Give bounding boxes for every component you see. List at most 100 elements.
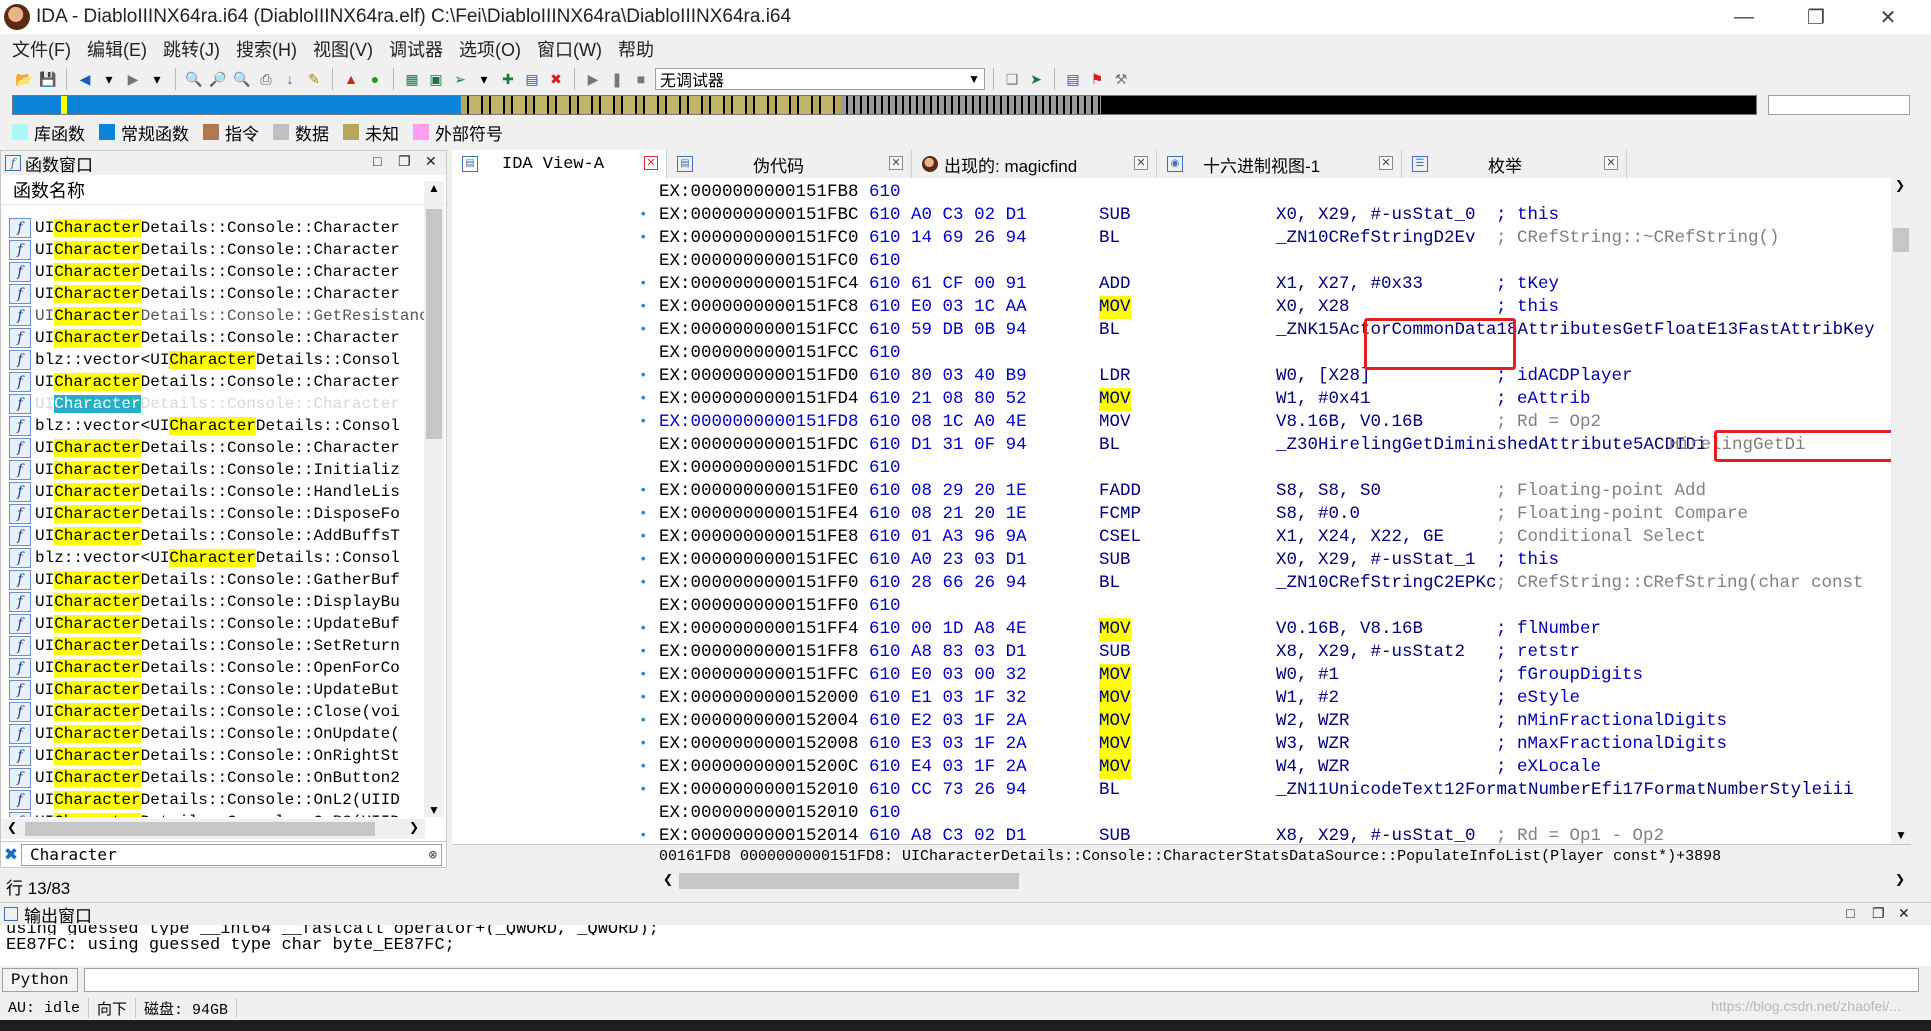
- function-list-hscroll[interactable]: ❮ ❯: [1, 819, 425, 839]
- function-row[interactable]: f UI Character Details::Console::UpdateBuf: [9, 613, 425, 635]
- disasm-line[interactable]: • EX:0000000000151FE4 610 08 21 20 1E FCMP…: [639, 503, 1899, 526]
- panel-float-icon[interactable]: ❐: [1872, 905, 1885, 922]
- disasm-mnemonic[interactable]: SUB: [1099, 549, 1131, 572]
- function-row[interactable]: f UI Character Details::Console::Character: [9, 283, 425, 305]
- function-row[interactable]: f blz::vector<UI Character Details::Consol: [9, 415, 425, 437]
- segments-icon[interactable]: ▤: [1063, 69, 1083, 89]
- function-row[interactable]: f blz::vector<UI Character Details::Consol: [9, 547, 425, 569]
- panel-close-icon[interactable]: ✕: [425, 153, 437, 170]
- panel-float-icon[interactable]: ❐: [398, 153, 411, 170]
- tab-occurrences[interactable]: 出现的: magicfind ✕: [912, 150, 1157, 178]
- disasm-operands[interactable]: _ZN10CRefStringD2Ev: [1276, 227, 1476, 250]
- xref-icon[interactable]: ➢: [450, 69, 470, 89]
- search-binary-icon[interactable]: 🔍: [184, 69, 204, 89]
- clear-filter-icon[interactable]: ⊗: [429, 847, 441, 863]
- scroll-right-icon[interactable]: ❯: [1895, 872, 1905, 886]
- disasm-line[interactable]: • EX:0000000000151FE8 610 01 A3 96 9A CSEL…: [639, 526, 1899, 549]
- function-filter-input[interactable]: Character ⊗: [21, 843, 442, 866]
- function-row[interactable]: f UI Character Details::Console::AddBuffsT: [9, 525, 425, 547]
- panel-minimize-icon[interactable]: □: [373, 153, 381, 169]
- disasm-operands[interactable]: W3, WZR: [1276, 733, 1350, 756]
- tools-icon[interactable]: ⚒: [1111, 69, 1131, 89]
- disasm-mnemonic[interactable]: MOV: [1099, 388, 1131, 411]
- menu-search[interactable]: 搜索(H): [228, 36, 305, 62]
- disasm-mnemonic[interactable]: ADD: [1099, 273, 1131, 296]
- function-row[interactable]: f UI Character Details::Console::Character: [9, 393, 425, 415]
- function-name-column-header[interactable]: 函数名称: [1, 175, 446, 205]
- menu-options[interactable]: 选项(O): [451, 36, 529, 62]
- disasm-mnemonic[interactable]: FADD: [1099, 480, 1141, 503]
- stop-icon[interactable]: ■: [631, 69, 651, 89]
- scroll-right-icon[interactable]: ❯: [409, 820, 419, 834]
- disasm-operands[interactable]: V0.16B, V8.16B: [1276, 618, 1423, 641]
- tab-close-icon[interactable]: ✕: [644, 156, 658, 170]
- scroll-up-icon[interactable]: ▲: [428, 181, 440, 195]
- disasm-line[interactable]: • EX:0000000000152008 610 E3 03 1F 2A MOV W…: [639, 733, 1899, 756]
- function-row[interactable]: f UI Character Details::Console::OnButton2: [9, 767, 425, 789]
- disasm-operands[interactable]: _ZN11UnicodeText12FormatNumberEfi17Forma…: [1276, 779, 1854, 802]
- warning-icon[interactable]: ▲: [341, 69, 361, 89]
- disasm-line[interactable]: • EX:0000000000151FF4 610 00 1D A8 4E MOV V…: [639, 618, 1899, 641]
- disasm-line[interactable]: • EX:0000000000151FFC 610 E0 03 00 32 MOV W…: [639, 664, 1899, 687]
- search-immediate-icon[interactable]: 🔍: [232, 69, 252, 89]
- menu-jump[interactable]: 跳转(J): [155, 36, 228, 62]
- scroll-down-icon[interactable]: ▼: [1895, 828, 1907, 842]
- disasm-line[interactable]: • EX:0000000000151FC8 610 E0 03 1C AA MOV X…: [639, 296, 1899, 319]
- stack-icon[interactable]: ▤: [522, 69, 542, 89]
- disasm-operands[interactable]: X8, X29, #-usStat2: [1276, 641, 1465, 664]
- status-green-icon[interactable]: ●: [365, 69, 385, 89]
- debug-flag-icon[interactable]: ⚑: [1087, 69, 1107, 89]
- nav-combo[interactable]: [1768, 95, 1910, 115]
- disasm-line[interactable]: • EX:0000000000151FCC 610 59 DB 0B 94 BL _Z…: [639, 319, 1899, 342]
- dropdown-arrow-icon[interactable]: ▾: [474, 69, 494, 89]
- tab-close-icon[interactable]: ✕: [1134, 156, 1148, 170]
- disasm-operands[interactable]: W1, #2: [1276, 687, 1339, 710]
- disasm-line[interactable]: • EX:0000000000151FBC 610 A0 C3 02 D1 SUB X…: [639, 204, 1899, 227]
- print-icon[interactable]: ⎙: [256, 69, 276, 89]
- menu-help[interactable]: 帮助: [610, 36, 662, 62]
- flow-icon[interactable]: ▣: [426, 69, 446, 89]
- disasm-line[interactable]: EX:0000000000151FCC 610: [659, 342, 1899, 365]
- tab-pseudocode[interactable]: ▤ 伪代码 ✕: [667, 150, 912, 178]
- tab-close-icon[interactable]: ✕: [1379, 156, 1393, 170]
- disasm-mnemonic[interactable]: MOV: [1099, 296, 1131, 319]
- back-icon[interactable]: ◀: [75, 69, 95, 89]
- menu-debugger[interactable]: 调试器: [381, 36, 451, 62]
- disasm-line[interactable]: • EX:0000000000151FD4 610 21 08 80 52 MOV W…: [639, 388, 1899, 411]
- disasm-mnemonic[interactable]: BL: [1099, 779, 1120, 802]
- disasm-operands[interactable]: S8, S8, S0: [1276, 480, 1381, 503]
- scroll-thumb[interactable]: [1893, 228, 1909, 252]
- disasm-operands[interactable]: X8, X29, #-usStat_0: [1276, 825, 1476, 844]
- function-row[interactable]: f UI Character Details::Console::OnL2(UIID: [9, 789, 425, 811]
- tab-enums[interactable]: ☰ 枚举 ✕: [1402, 150, 1627, 178]
- navigation-band[interactable]: [12, 95, 1757, 115]
- disasm-line[interactable]: • EX:0000000000151FC4 610 61 CF 00 91 ADD X…: [639, 273, 1899, 296]
- disasm-mnemonic[interactable]: SUB: [1099, 825, 1131, 844]
- disasm-operands[interactable]: W1, #0x41: [1276, 388, 1371, 411]
- disasm-operands[interactable]: X1, X27, #0x33: [1276, 273, 1423, 296]
- open-icon[interactable]: 📂: [14, 69, 34, 89]
- panel-close-icon[interactable]: ✕: [1898, 905, 1910, 922]
- menu-edit[interactable]: 编辑(E): [79, 36, 155, 62]
- function-row[interactable]: f UI Character Details::Console::DisposeFo: [9, 503, 425, 525]
- function-row[interactable]: f UI Character Details::Console::HandleLis: [9, 481, 425, 503]
- disasm-operands[interactable]: X0, X28: [1276, 296, 1350, 319]
- close-button[interactable]: ✕: [1852, 0, 1924, 34]
- scroll-down-icon[interactable]: ▼: [428, 803, 440, 817]
- disasm-operands[interactable]: _ZN10CRefStringC2EPKc: [1276, 572, 1497, 595]
- scroll-left-icon[interactable]: ❮: [7, 820, 17, 834]
- menu-view[interactable]: 视图(V): [305, 36, 381, 62]
- tab-hex-view[interactable]: ◉ 十六进制视图-1 ✕: [1157, 150, 1402, 178]
- disasm-line[interactable]: • EX:0000000000152000 610 E1 03 1F 32 MOV W…: [639, 687, 1899, 710]
- restore-button[interactable]: ❐: [1780, 0, 1852, 34]
- function-row[interactable]: f UI Character Details::Console::GatherBuf: [9, 569, 425, 591]
- breakpoint-icon[interactable]: ❑: [1002, 69, 1022, 89]
- save-icon[interactable]: 💾: [38, 69, 58, 89]
- disasm-operands[interactable]: W4, WZR: [1276, 756, 1350, 779]
- disassembly-hscroll[interactable]: ❮ ❯: [659, 870, 1911, 892]
- plugin-icon[interactable]: ✚: [498, 69, 518, 89]
- disasm-line[interactable]: • EX:0000000000151FF8 610 A8 83 03 D1 SUB X…: [639, 641, 1899, 664]
- disasm-line[interactable]: • EX:0000000000151FEC 610 A0 23 03 D1 SUB X…: [639, 549, 1899, 572]
- scroll-up-icon[interactable]: ❯: [1895, 178, 1905, 192]
- disasm-mnemonic[interactable]: SUB: [1099, 204, 1131, 227]
